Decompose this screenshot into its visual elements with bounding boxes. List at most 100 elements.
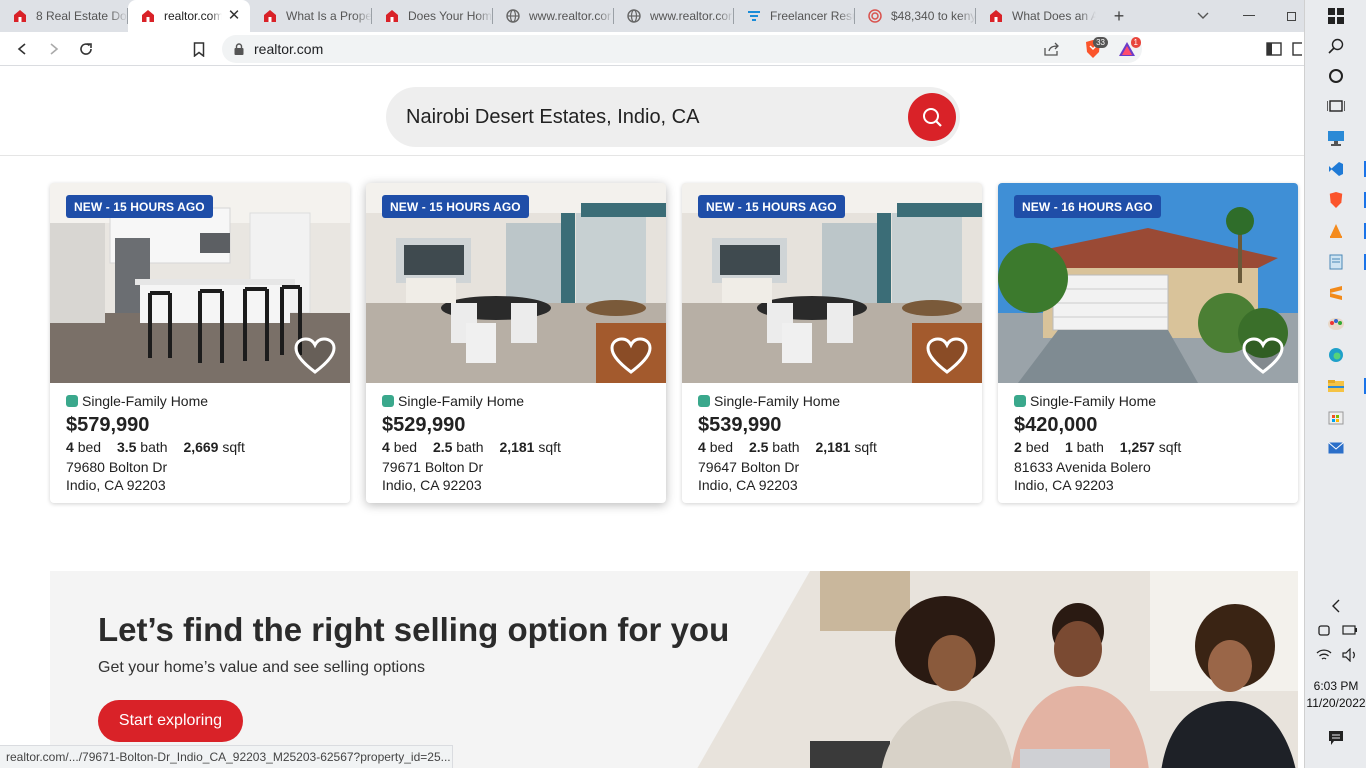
battery-icon[interactable] <box>1319 616 1366 644</box>
notifications-icon[interactable] <box>1305 724 1366 752</box>
back-icon[interactable] <box>8 32 36 66</box>
tab-title: What Does an A <box>1012 9 1096 23</box>
listing-badge: NEW - 15 HOURS AGO <box>66 195 213 218</box>
baths-value: 2.5 <box>432 439 453 455</box>
tab-2-active[interactable]: realtor.com ✕ <box>128 0 250 32</box>
listing-city: Indio, CA 92203 <box>1014 477 1114 493</box>
beds-label: bed <box>1025 439 1050 455</box>
tab-title: $48,340 to keny <box>891 9 976 23</box>
search-button[interactable] <box>908 93 956 141</box>
brave-rewards-icon[interactable]: 1 <box>1112 32 1142 66</box>
listing-card[interactable]: NEW - 15 HOURS AGO Single-Family Home $5… <box>366 183 666 503</box>
restore-icon[interactable] <box>1280 0 1304 32</box>
close-tab-icon[interactable]: ✕ <box>226 8 242 24</box>
sqft-value: 1,257 <box>1119 439 1155 455</box>
heart-icon[interactable] <box>926 337 968 375</box>
notepad-icon[interactable] <box>1305 248 1366 276</box>
edge-icon[interactable] <box>1305 341 1366 369</box>
system-clock[interactable]: 6:03 PM 11/20/2022 <box>1305 678 1366 712</box>
vlc-icon[interactable] <box>1305 217 1366 245</box>
listing-meta: 2 bed 1 bath 1,257 sqft <box>1014 438 1282 456</box>
property-type-label: Single-Family Home <box>1030 393 1157 409</box>
beds-label: bed <box>77 439 102 455</box>
forward-icon[interactable] <box>40 32 68 66</box>
volume-icon[interactable] <box>1319 641 1366 669</box>
tab-title: www.realtor.cor <box>529 9 612 23</box>
search-input[interactable]: Nairobi Desert Estates, Indio, CA <box>406 106 908 129</box>
shield-count-badge: 33 <box>1093 37 1108 48</box>
tab-4[interactable]: Does Your Hom <box>372 0 493 32</box>
beds-value: 2 <box>1014 439 1022 455</box>
brave-browser-icon[interactable] <box>1305 186 1366 214</box>
mail-icon[interactable] <box>1305 434 1366 462</box>
search-icon[interactable] <box>1305 32 1366 60</box>
tab-3[interactable]: What Is a Prope <box>250 0 372 32</box>
property-type-label: Single-Family Home <box>714 393 841 409</box>
tab-title: What Is a Prope <box>286 9 372 23</box>
listing-street: 79647 Bolton Dr <box>698 459 800 475</box>
listing-card[interactable]: NEW - 16 HOURS AGO Single-Family Home $4… <box>998 183 1298 503</box>
heart-icon[interactable] <box>294 337 336 375</box>
listing-price: $420,000 <box>1014 414 1098 436</box>
status-dot <box>698 395 710 407</box>
tab-8[interactable]: $48,340 to keny <box>855 0 976 32</box>
address-bar[interactable]: realtor.com <box>222 35 1142 63</box>
listing-city: Indio, CA 92203 <box>698 477 798 493</box>
property-type-label: Single-Family Home <box>398 393 525 409</box>
listing-card[interactable]: NEW - 15 HOURS AGO Single-Family Home $5… <box>682 183 982 503</box>
listing-meta: 4 bed 2.5 bath 2,181 sqft <box>698 438 966 456</box>
share-icon[interactable] <box>1038 32 1066 66</box>
tab-strip: 8 Real Estate Do realtor.com ✕ What Is a… <box>0 0 1304 32</box>
paint-icon[interactable] <box>1305 310 1366 338</box>
sqft-label: sqft <box>1158 439 1182 455</box>
task-view-icon[interactable] <box>1305 92 1366 120</box>
baths-label: bath <box>456 439 484 455</box>
reload-icon[interactable] <box>72 32 100 66</box>
listing-photo[interactable]: NEW - 15 HOURS AGO <box>50 183 350 383</box>
extensions-icon[interactable] <box>1290 32 1304 66</box>
sublime-icon[interactable] <box>1305 279 1366 307</box>
property-type: Single-Family Home <box>1014 393 1282 409</box>
cortana-icon[interactable] <box>1305 62 1366 90</box>
status-dot <box>1014 395 1026 407</box>
sidebar-icon[interactable] <box>1260 32 1288 66</box>
search-bar[interactable]: Nairobi Desert Estates, Indio, CA <box>386 87 960 147</box>
sqft-label: sqft <box>854 439 877 455</box>
url-text[interactable]: realtor.com <box>254 41 323 57</box>
realtor-icon <box>384 8 400 24</box>
new-tab-button[interactable]: + <box>1104 0 1134 32</box>
baths-label: bath <box>1076 439 1104 455</box>
selling-banner: Let’s find the right selling option for … <box>50 571 1298 768</box>
sqft-value: 2,181 <box>499 439 535 455</box>
file-explorer-icon[interactable] <box>1305 372 1366 400</box>
lock-icon[interactable] <box>234 43 244 55</box>
bookmark-icon[interactable] <box>185 32 213 66</box>
tab-7[interactable]: Freelancer Resu <box>734 0 855 32</box>
tab-1[interactable]: 8 Real Estate Do <box>0 0 128 32</box>
listing-photo[interactable]: NEW - 15 HOURS AGO <box>682 183 982 383</box>
vscode-icon[interactable] <box>1305 155 1366 183</box>
tab-search-icon[interactable] <box>1188 0 1218 32</box>
windows-start-icon[interactable] <box>1305 2 1366 30</box>
beds-label: bed <box>709 439 734 455</box>
listing-photo[interactable]: NEW - 15 HOURS AGO <box>366 183 666 383</box>
banner-photo <box>697 571 1298 768</box>
listing-badge: NEW - 16 HOURS AGO <box>1014 195 1161 218</box>
listing-photo[interactable]: NEW - 16 HOURS AGO <box>998 183 1298 383</box>
listing-card[interactable]: NEW - 15 HOURS AGO Single-Family Home $5… <box>50 183 350 503</box>
store-icon[interactable] <box>1305 403 1366 431</box>
beds-value: 4 <box>698 439 706 455</box>
heart-icon[interactable] <box>610 337 652 375</box>
brave-shield-icon[interactable]: 33 <box>1078 32 1108 66</box>
minimize-icon[interactable] <box>1234 0 1264 32</box>
pc-icon[interactable] <box>1305 124 1366 152</box>
tab-title: Freelancer Resu <box>770 9 855 23</box>
tab-9[interactable]: What Does an A <box>976 0 1096 32</box>
banner-subheading: Get your home’s value and see selling op… <box>98 659 426 676</box>
rewards-count-badge: 1 <box>1130 37 1141 48</box>
baths-value: 1 <box>1064 439 1073 455</box>
tab-6[interactable]: www.realtor.cor <box>614 0 734 32</box>
start-exploring-button[interactable]: Start exploring <box>98 700 243 742</box>
tab-5[interactable]: www.realtor.cor <box>493 0 614 32</box>
heart-icon[interactable] <box>1242 337 1284 375</box>
